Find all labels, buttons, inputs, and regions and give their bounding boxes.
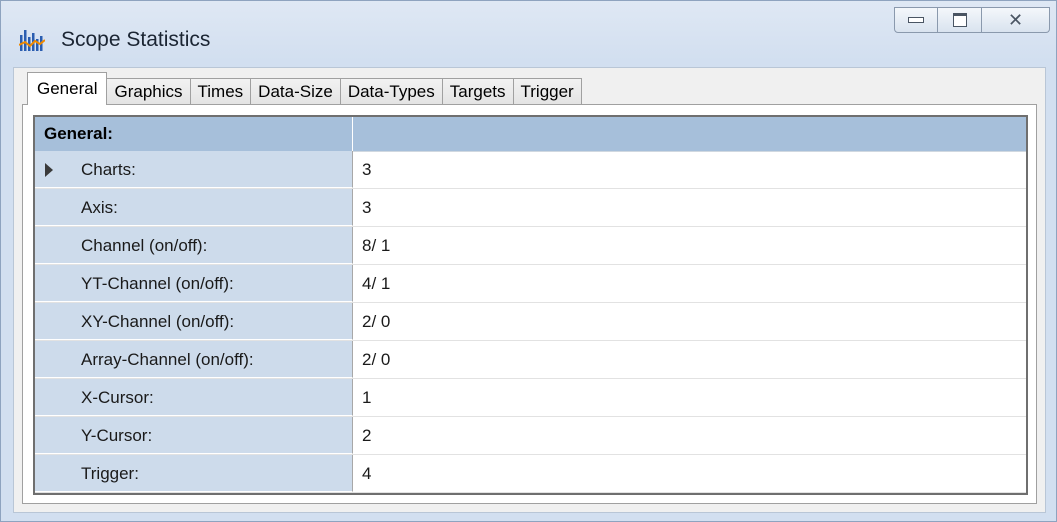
- row-selector[interactable]: [35, 341, 73, 378]
- row-name: Y-Cursor:: [73, 417, 353, 454]
- row-selector[interactable]: [35, 189, 73, 226]
- window-title: Scope Statistics: [61, 28, 211, 51]
- row-selector[interactable]: [35, 265, 73, 302]
- scope-statistics-window: Scope Statistics ✕ General Graphics Time…: [0, 0, 1057, 522]
- minimize-button[interactable]: [894, 7, 938, 33]
- grid-row-trigger[interactable]: Trigger: 4: [35, 455, 1026, 493]
- row-selector[interactable]: [35, 151, 73, 188]
- tab-times[interactable]: Times: [189, 78, 252, 105]
- tab-data-size[interactable]: Data-Size: [250, 78, 341, 105]
- grid-row-xy-channel[interactable]: XY-Channel (on/off): 2/ 0: [35, 303, 1026, 341]
- row-name: X-Cursor:: [73, 379, 353, 416]
- row-value[interactable]: 8/ 1: [353, 227, 1026, 264]
- grid-header-label: General:: [35, 117, 353, 151]
- row-selector[interactable]: [35, 379, 73, 416]
- grid-row-array-channel[interactable]: Array-Channel (on/off): 2/ 0: [35, 341, 1026, 379]
- title-bar[interactable]: Scope Statistics ✕: [1, 1, 1056, 67]
- row-selector[interactable]: [35, 303, 73, 340]
- minimize-icon: [908, 17, 924, 23]
- row-name: Charts:: [73, 151, 353, 188]
- row-value[interactable]: 3: [353, 189, 1026, 226]
- property-grid: General: Charts: 3 Axis: 3 Channel (on/o…: [33, 115, 1028, 495]
- caption-buttons: ✕: [894, 7, 1050, 33]
- row-value[interactable]: 3: [353, 151, 1026, 188]
- client-area: General Graphics Times Data-Size Data-Ty…: [13, 67, 1046, 513]
- row-name: Channel (on/off):: [73, 227, 353, 264]
- tab-targets[interactable]: Targets: [441, 78, 514, 105]
- tab-strip: General Graphics Times Data-Size Data-Ty…: [27, 72, 582, 105]
- tab-panel-general: General: Charts: 3 Axis: 3 Channel (on/o…: [22, 104, 1037, 504]
- close-button[interactable]: ✕: [982, 7, 1050, 33]
- row-value[interactable]: 2/ 0: [353, 303, 1026, 340]
- close-icon: ✕: [1007, 10, 1024, 30]
- grid-row-charts[interactable]: Charts: 3: [35, 151, 1026, 189]
- grid-row-yt-channel[interactable]: YT-Channel (on/off): 4/ 1: [35, 265, 1026, 303]
- grid-header: General:: [35, 117, 1026, 152]
- row-name: Trigger:: [73, 455, 353, 492]
- row-name: YT-Channel (on/off):: [73, 265, 353, 302]
- tab-data-types[interactable]: Data-Types: [339, 78, 443, 105]
- row-name: Array-Channel (on/off):: [73, 341, 353, 378]
- row-selector[interactable]: [35, 227, 73, 264]
- row-value[interactable]: 2/ 0: [353, 341, 1026, 378]
- row-selector[interactable]: [35, 417, 73, 454]
- row-name: Axis:: [73, 189, 353, 226]
- row-selector[interactable]: [35, 455, 73, 492]
- row-name: XY-Channel (on/off):: [73, 303, 353, 340]
- grid-row-x-cursor[interactable]: X-Cursor: 1: [35, 379, 1026, 417]
- maximize-icon: [952, 13, 967, 27]
- row-value[interactable]: 2: [353, 417, 1026, 454]
- row-value[interactable]: 4: [353, 455, 1026, 492]
- row-value[interactable]: 4/ 1: [353, 265, 1026, 302]
- bar-chart-icon: [19, 30, 45, 51]
- current-row-arrow-icon: [45, 163, 53, 177]
- tab-general[interactable]: General: [27, 72, 108, 105]
- grid-row-channel[interactable]: Channel (on/off): 8/ 1: [35, 227, 1026, 265]
- tab-graphics[interactable]: Graphics: [106, 78, 191, 105]
- maximize-button[interactable]: [938, 7, 982, 33]
- row-value[interactable]: 1: [353, 379, 1026, 416]
- grid-row-axis[interactable]: Axis: 3: [35, 189, 1026, 227]
- grid-rows: Charts: 3 Axis: 3 Channel (on/off): 8/ 1: [35, 151, 1026, 493]
- grid-row-y-cursor[interactable]: Y-Cursor: 2: [35, 417, 1026, 455]
- tab-trigger[interactable]: Trigger: [512, 78, 582, 105]
